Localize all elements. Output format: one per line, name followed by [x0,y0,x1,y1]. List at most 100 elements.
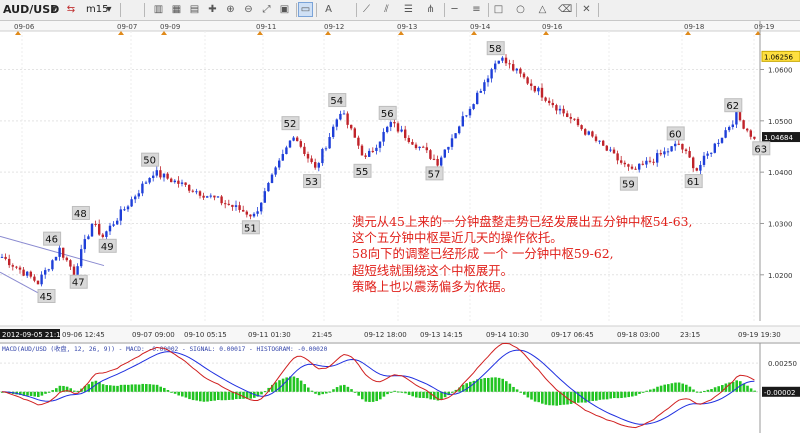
histogram-bar [667,384,670,392]
candle-body [396,123,400,132]
histogram-bar [292,376,296,392]
candle-body [465,115,468,117]
candle-body [263,191,266,203]
candle [414,142,418,150]
candle-body [609,149,612,151]
candle [353,127,356,138]
candle [710,152,713,157]
candle-body [641,163,644,165]
candle [641,160,644,166]
candle [652,158,655,166]
histogram-bar [152,384,155,392]
candle [83,234,86,253]
candle [317,161,320,172]
candle [166,172,169,180]
candle [540,83,544,102]
candle-body [94,223,97,225]
histogram-bar [544,391,548,405]
candle [296,136,299,142]
candle [112,221,115,228]
histogram-bar [681,383,684,392]
candle-body [324,148,328,150]
candle-body [648,160,652,162]
candle [465,115,468,118]
candle [0,253,4,258]
candle [702,152,706,168]
histogram-bar [411,391,414,397]
candle [162,173,166,182]
histogram-bar [361,391,364,400]
candle-body [335,119,338,127]
candle-body [540,87,544,98]
candle-body [450,138,454,147]
candle [648,156,652,164]
histogram-bar [649,389,652,392]
candle-body [162,173,166,178]
high-price-label: 1.06256 [764,53,793,61]
candle [216,195,220,198]
candle [303,143,306,157]
candle [339,110,342,121]
histogram-bar [213,391,216,401]
histogram-bar [699,391,702,393]
histogram-bar [339,385,342,392]
candle-body [18,267,22,270]
candle-body [148,177,151,183]
candle-body [350,124,353,129]
candle-body [72,266,76,275]
current-price-label: 1.04684 [764,134,793,142]
session-marker-icon [15,31,21,35]
candle-body [569,116,572,119]
session-marker-icon [471,31,477,35]
candle [634,166,637,170]
candle [396,121,400,134]
histogram-bar [490,377,494,392]
candle [108,222,112,235]
candle-body [364,155,367,157]
session-marker-icon [685,31,691,35]
candle-body [544,97,547,101]
candle [393,118,396,128]
candle-body [234,205,238,207]
histogram-bar [112,385,116,392]
candle-body [339,113,342,120]
candle [368,148,371,157]
candle [432,154,436,161]
candle [522,72,526,80]
candle-body [753,136,756,139]
candle-body [602,140,605,146]
candle [544,96,547,103]
candle-body [227,203,230,205]
candle-body [252,213,256,217]
analysis-note: 澳元从45上来的一分钟盘整走势已经发展出五分钟中枢54-63, 这个五分钟中枢是… [352,214,702,295]
histogram-bar [170,391,173,393]
histogram-bar [638,391,641,394]
histogram-bar [155,384,159,392]
candle-body [332,126,335,138]
histogram-bar [206,391,209,402]
candle [137,189,140,199]
point-label-47: 47 [72,278,85,289]
candle [324,146,328,152]
candle [123,206,126,211]
candle [170,177,173,183]
candle [515,67,518,74]
histogram-bar [137,384,141,392]
candle-body [310,158,313,163]
candle [468,106,472,119]
histogram-bar [505,381,508,392]
candle-body [105,231,108,237]
candle-body [461,116,464,127]
point-label-49: 49 [101,242,114,253]
candle [659,149,662,157]
histogram-bar [508,383,512,392]
candle [447,146,450,154]
candle-body [393,122,396,124]
candle [299,139,302,149]
histogram-bar [263,391,267,393]
candle [526,76,529,85]
histogram-bar [58,385,62,392]
time-axis-label: 09-11 01:30 [248,331,291,339]
time-axis-label: 23:15 [680,331,700,339]
histogram-bar [379,391,382,400]
